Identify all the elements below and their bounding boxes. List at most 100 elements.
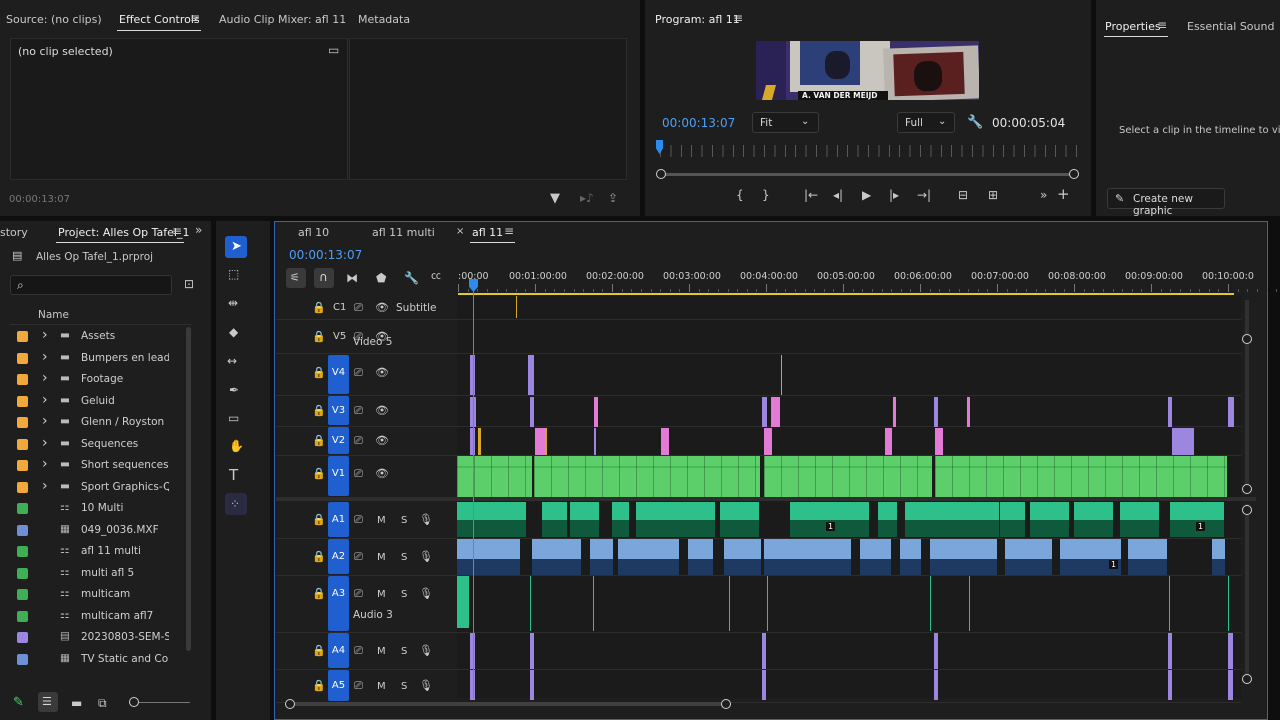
solo-button[interactable]: S: [401, 646, 407, 657]
freeform-view-icon[interactable]: ⧉: [98, 697, 107, 709]
clip-a2[interactable]: [860, 539, 892, 575]
sync-lock-icon[interactable]: ⎚: [354, 514, 363, 525]
eye-icon[interactable]: 👁: [375, 302, 389, 313]
eye-icon[interactable]: 👁: [375, 405, 389, 416]
tab-menu-icon[interactable]: ≡: [190, 12, 200, 24]
tab-afl-11-multi[interactable]: afl 11 multi: [372, 226, 435, 239]
zoom-slider-thumb[interactable]: [129, 697, 139, 707]
list-view-button[interactable]: ☰: [38, 692, 58, 712]
lock-icon[interactable]: 🔒: [312, 680, 326, 691]
captions-icon[interactable]: ㏄: [431, 272, 441, 282]
clip-a1[interactable]: [457, 502, 527, 537]
clip-a2[interactable]: [1005, 539, 1053, 575]
program-mini-ruler[interactable]: [660, 145, 1078, 157]
clip-v4[interactable]: [528, 355, 534, 395]
pen-tool-icon[interactable]: ✒: [229, 384, 239, 396]
clip-a3-edge[interactable]: [1228, 576, 1229, 631]
properties-menu-icon[interactable]: ≡: [1157, 19, 1167, 31]
create-graphic-button[interactable]: ✎ Create new graphic: [1107, 188, 1225, 217]
clip-a4[interactable]: [530, 633, 534, 669]
ripple-edit-icon[interactable]: ⇹: [228, 297, 238, 309]
mute-button[interactable]: M: [377, 552, 386, 563]
clip-a1[interactable]: [905, 502, 1000, 537]
clip-v2[interactable]: [935, 428, 943, 455]
clip-a2[interactable]: [930, 539, 998, 575]
nest-toggle[interactable]: ⚟: [286, 268, 306, 288]
clip-v3[interactable]: [1228, 397, 1234, 427]
tab-metadata[interactable]: Metadata: [358, 13, 410, 26]
clip-a2[interactable]: [1128, 539, 1168, 575]
microphone-icon[interactable]: 🎙: [419, 680, 433, 691]
track-target-v1[interactable]: V1: [328, 456, 349, 496]
clip-a4[interactable]: [1168, 633, 1172, 669]
eye-icon[interactable]: 👁: [375, 435, 389, 446]
microphone-icon[interactable]: 🎙: [419, 551, 433, 562]
mute-button[interactable]: M: [377, 589, 386, 600]
track-target-a1[interactable]: A1: [328, 502, 349, 537]
full-select[interactable]: Full ⌄: [897, 112, 955, 133]
extract-icon[interactable]: ⊞: [988, 189, 998, 201]
timeline-settings-icon[interactable]: 🔧: [404, 272, 419, 284]
project-item[interactable]: › ▬ Short sequences: [10, 455, 180, 476]
close-tab-icon[interactable]: ×: [456, 227, 464, 237]
clip-a2[interactable]: [532, 539, 582, 575]
lock-icon[interactable]: 🔒: [312, 645, 326, 656]
clip-v1[interactable]: [534, 456, 760, 497]
video-scrollbar[interactable]: [1245, 300, 1249, 490]
slip-icon[interactable]: ↔: [227, 355, 237, 367]
clip-a4[interactable]: [1228, 633, 1233, 669]
snap-toggle[interactable]: ∩: [314, 268, 334, 288]
razor-icon[interactable]: ◆: [229, 326, 238, 338]
mute-button[interactable]: M: [377, 681, 386, 692]
solo-button[interactable]: S: [401, 681, 407, 692]
program-timecode[interactable]: 00:00:13:07: [662, 116, 735, 130]
mute-button[interactable]: M: [377, 646, 386, 657]
project-item[interactable]: › ▬ Sport Graphics-Q1C: [10, 477, 180, 498]
clip-a2[interactable]: [724, 539, 762, 575]
label-color-swatch[interactable]: [17, 374, 28, 385]
chevron-right-icon[interactable]: ›: [42, 435, 48, 451]
timeline-hscroll-track[interactable]: [290, 702, 730, 706]
label-color-swatch[interactable]: [17, 546, 28, 557]
go-to-in-icon[interactable]: |←: [804, 189, 818, 201]
tab-properties[interactable]: Properties: [1105, 20, 1161, 33]
clip-a3-edge[interactable]: [969, 576, 970, 631]
track-target-v3[interactable]: V3: [328, 396, 349, 425]
project-item[interactable]: ⚏ multicam afl7: [10, 606, 180, 627]
track-target-a5[interactable]: A5: [328, 670, 349, 701]
tab-essential-sound[interactable]: Essential Sound: [1187, 20, 1274, 33]
generative-tool-button[interactable]: ⁘: [225, 493, 247, 515]
clip-a1[interactable]: [636, 502, 716, 537]
lock-icon[interactable]: 🔒: [312, 468, 326, 479]
track-target-v2[interactable]: V2: [328, 427, 349, 454]
audio-scroll-top[interactable]: [1242, 505, 1252, 515]
sync-lock-icon[interactable]: ⎚: [354, 435, 363, 446]
chevron-right-icon[interactable]: ›: [42, 413, 48, 429]
label-color-swatch[interactable]: [17, 331, 28, 342]
lock-icon[interactable]: 🔒: [312, 551, 326, 562]
label-color-swatch[interactable]: [17, 481, 28, 493]
icon-view-icon[interactable]: ▬: [71, 697, 82, 709]
project-item[interactable]: › ▬ Assets: [10, 326, 180, 347]
lift-icon[interactable]: ⊟: [958, 189, 968, 201]
clip-v2[interactable]: [885, 428, 892, 455]
mark-in-icon[interactable]: {: [736, 189, 744, 201]
clip-a4[interactable]: [762, 633, 766, 669]
label-color-swatch[interactable]: [17, 460, 28, 471]
clip-v2[interactable]: [764, 428, 772, 455]
clip-a5[interactable]: [1168, 670, 1172, 700]
chevron-right-icon[interactable]: ›: [42, 392, 48, 408]
video-scroll-bottom[interactable]: [1242, 484, 1252, 494]
label-color-swatch[interactable]: [17, 417, 28, 428]
type-icon[interactable]: T: [229, 468, 238, 483]
zoom-handle-left[interactable]: [656, 169, 666, 179]
tab-effect-controls[interactable]: Effect Controls: [119, 13, 200, 26]
label-color-swatch[interactable]: [17, 503, 28, 514]
clip-a1[interactable]: [570, 502, 600, 537]
clip-v2[interactable]: [535, 428, 545, 455]
hand-icon[interactable]: ✋: [229, 440, 244, 452]
sync-lock-icon[interactable]: ⎚: [354, 588, 363, 599]
clip-v2[interactable]: [594, 428, 596, 455]
filter-icon[interactable]: ▼: [550, 192, 560, 205]
track-target-a2[interactable]: A2: [328, 539, 349, 574]
